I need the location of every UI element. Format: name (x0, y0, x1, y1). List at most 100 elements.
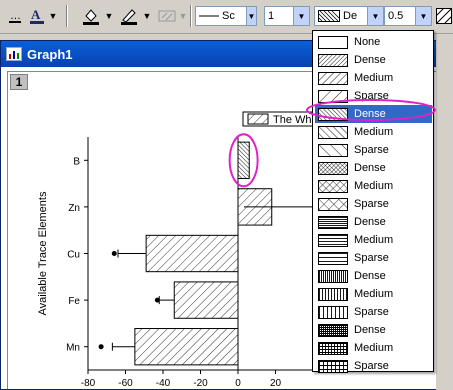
svg-text:…: … (10, 10, 21, 22)
line-width-combo[interactable]: 1 ▼ (264, 6, 310, 26)
fill-color-dropdown-icon[interactable]: ▼ (104, 6, 114, 26)
line-color-dropdown-icon[interactable]: ▼ (142, 6, 152, 26)
pattern-option[interactable]: None (315, 33, 432, 51)
pattern-swatch-icon (318, 287, 348, 301)
font-color-icon[interactable]: A (26, 6, 48, 26)
pattern-option[interactable]: Dense (315, 267, 432, 285)
y-tick-label: Cu (67, 250, 80, 261)
chevron-down-icon[interactable]: ▼ (415, 7, 431, 25)
format-toolbar: … A ▼ ▼ ▼ ▼ Sc ▼ 1 ▼ De ▼ 0.5 ▼ (0, 0, 453, 34)
chevron-down-icon[interactable]: ▼ (293, 7, 309, 25)
pattern-option-label: Medium (354, 288, 394, 300)
bar (237, 141, 250, 179)
pattern-option[interactable]: Medium (315, 285, 432, 303)
pattern-option-label: Sparse (354, 252, 389, 264)
pattern-option[interactable]: Sparse (315, 303, 432, 321)
x-tick-label: -60 (118, 378, 133, 389)
pattern-icon-disabled (156, 6, 178, 26)
pattern-option[interactable]: Medium (315, 339, 432, 357)
pattern-width-value: 0.5 (388, 10, 404, 22)
pattern-option[interactable]: Dense (315, 159, 432, 177)
x-tick-label: -20 (193, 378, 208, 389)
pattern-option[interactable]: Medium (315, 231, 432, 249)
fill-pattern-dropdown: None Dense Medium Sparse Dense Medium Sparse De… (306, 30, 436, 375)
pattern-option[interactable]: Sparse (315, 141, 432, 159)
x-tick-label: 0 (235, 378, 241, 389)
pattern-option[interactable]: Dense (315, 321, 432, 339)
pattern-fill-icon[interactable] (433, 6, 453, 26)
graph-window-icon (6, 47, 22, 61)
fill-pattern-label: De (343, 10, 358, 22)
pattern-option[interactable]: Dense (315, 213, 432, 231)
pattern-swatch-icon (318, 323, 348, 337)
legend-swatch (247, 113, 269, 125)
pattern-option[interactable]: Medium (315, 123, 432, 141)
pattern-option-label: Medium (354, 126, 394, 138)
pattern-option-label: Medium (354, 72, 394, 84)
y-tick-label: Mn (66, 343, 80, 354)
fill-pattern-combo[interactable]: De ▼ (314, 6, 384, 26)
font-color-dropdown-icon[interactable]: ▼ (48, 6, 58, 26)
fill-color-icon[interactable] (80, 6, 102, 26)
underline-icon[interactable]: … (4, 6, 26, 26)
y-tick-label: B (73, 156, 80, 167)
svg-text:A: A (31, 7, 41, 22)
y-tick-label: Fe (68, 296, 80, 307)
pattern-swatch-icon (318, 10, 340, 22)
line-width-value: 1 (268, 10, 275, 22)
chevron-down-icon[interactable]: ▼ (367, 7, 383, 25)
pattern-swatch-icon (318, 359, 348, 373)
pattern-option-label: Dense (354, 324, 386, 336)
pattern-swatch-icon (318, 341, 348, 355)
pattern-option-label: None (354, 36, 381, 48)
bar (134, 328, 239, 366)
y-axis-label: Available Trace Elements (37, 191, 49, 315)
pattern-option[interactable]: Sparse (315, 357, 432, 375)
pattern-dropdown-icon: ▼ (178, 11, 188, 21)
line-color-icon[interactable] (118, 6, 140, 26)
x-tick-label: -40 (156, 378, 171, 389)
pattern-swatch-icon (318, 53, 348, 67)
bar (173, 281, 239, 319)
pattern-swatch-icon (318, 251, 348, 265)
pattern-option-label: Sparse (354, 144, 389, 156)
vertical-scrollbar[interactable] (436, 34, 453, 390)
pattern-option-label: Dense (354, 162, 386, 174)
line-style-label: Sc (222, 10, 235, 22)
pattern-option-label: Medium (354, 234, 394, 246)
selection-highlight-ellipse (306, 99, 436, 121)
line-style-combo[interactable]: Sc ▼ (195, 6, 257, 26)
pattern-option-label: Medium (354, 342, 394, 354)
pattern-option-label: Sparse (354, 360, 389, 372)
pattern-option[interactable]: Sparse (315, 195, 432, 213)
pattern-swatch-icon (318, 215, 348, 229)
pattern-swatch-icon (318, 305, 348, 319)
pattern-swatch-icon (318, 179, 348, 193)
pattern-option[interactable]: Sparse (315, 249, 432, 267)
pattern-option-label: Sparse (354, 306, 389, 318)
pattern-option[interactable]: Medium (315, 177, 432, 195)
pattern-swatch-icon (318, 233, 348, 247)
x-tick-label: 20 (270, 378, 282, 389)
pattern-swatch-icon (318, 143, 348, 157)
y-tick-label: Zn (68, 203, 80, 214)
data-point (98, 344, 104, 350)
bar (145, 234, 239, 273)
pattern-swatch-icon (318, 269, 348, 283)
data-point (111, 251, 117, 256)
pattern-width-combo[interactable]: 0.5 ▼ (384, 6, 432, 26)
pattern-option[interactable]: Dense (315, 51, 432, 69)
chevron-down-icon[interactable]: ▼ (246, 7, 256, 25)
x-tick-label: -80 (81, 378, 96, 389)
pattern-option-label: Medium (354, 180, 394, 192)
window-title: Graph1 (27, 46, 73, 62)
data-point (154, 297, 160, 303)
pattern-option-label: Dense (354, 216, 386, 228)
pattern-swatch-icon (318, 125, 348, 139)
pattern-option[interactable]: Medium (315, 69, 432, 87)
toolbar-separator (190, 5, 192, 27)
pattern-option-label: Sparse (354, 198, 389, 210)
pattern-swatch-icon (318, 161, 348, 175)
toolbar-separator (66, 5, 68, 27)
pattern-option-label: Dense (354, 270, 386, 282)
